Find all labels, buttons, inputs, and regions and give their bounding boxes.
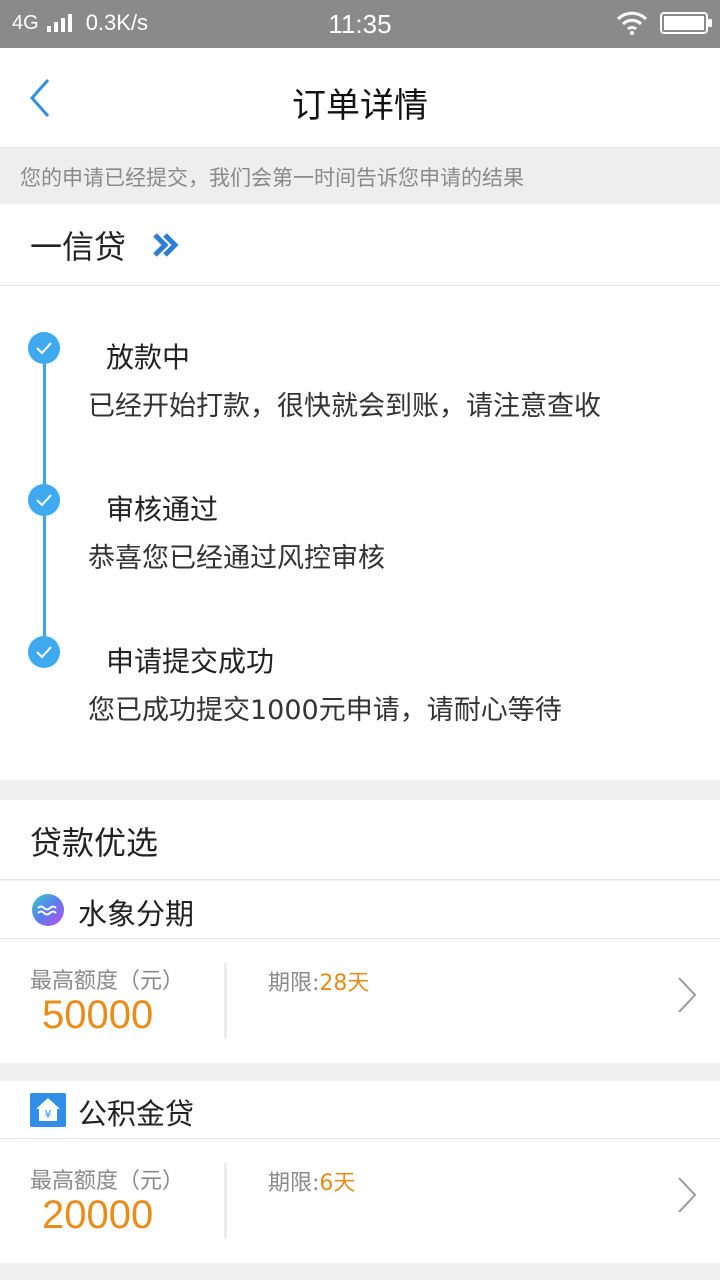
max-amount-value: 50000 bbox=[42, 993, 154, 1037]
card-divider bbox=[224, 1163, 227, 1239]
product-name: 一信贷 bbox=[30, 228, 127, 266]
submit-notice: 您的申请已经提交，我们会第一时间告诉您申请的结果 bbox=[0, 148, 720, 204]
check-icon bbox=[28, 636, 60, 668]
recommend-title: 贷款优选 bbox=[30, 824, 159, 862]
term-value: 6天 bbox=[319, 1171, 356, 1196]
timeline-step-title: 审核通过 bbox=[106, 493, 219, 526]
term-value: 28天 bbox=[319, 971, 370, 996]
nav-header: 订单详情 bbox=[0, 48, 720, 148]
loan-card-body: 最高额度（元） 20000 期限:6天 bbox=[0, 1139, 720, 1263]
term-info: 期限:28天 bbox=[268, 965, 369, 997]
order-timeline: 放款中 已经开始打款，很快就会到账，请注意查收 审核通过 恭喜您已经通过风控审核… bbox=[0, 286, 720, 780]
chevron-right-icon[interactable] bbox=[676, 975, 698, 1015]
loan-card-name: 公积金贷 bbox=[78, 1097, 195, 1131]
timeline-step-desc: 已经开始打款，很快就会到账，请注意查收 bbox=[88, 391, 601, 422]
term-info: 期限:6天 bbox=[268, 1165, 355, 1197]
status-right bbox=[616, 11, 712, 35]
status-bar: 4G 0.3K/s 11:35 bbox=[0, 0, 720, 48]
max-amount-label: 最高额度（元） bbox=[30, 1169, 185, 1194]
card-divider bbox=[224, 963, 227, 1039]
battery-icon bbox=[660, 12, 712, 34]
chevron-right-icon[interactable] bbox=[676, 1175, 698, 1215]
loan-card-header: ¥ 公积金贷 bbox=[0, 1081, 720, 1139]
house-yuan-logo-icon: ¥ bbox=[30, 1093, 66, 1127]
timeline-step-desc: 恭喜您已经通过风控审核 bbox=[88, 543, 385, 574]
timeline-step-desc: 您已成功提交1000元申请，请耐心等待 bbox=[88, 695, 562, 726]
loan-card-body: 最高额度（元） 50000 期限:28天 bbox=[0, 939, 720, 1063]
double-chevron-icon bbox=[153, 233, 179, 257]
loan-card-name: 水象分期 bbox=[78, 897, 195, 931]
loan-card[interactable]: ¥ 公积金贷 最高额度（元） 20000 期限:6天 bbox=[0, 1081, 720, 1263]
check-icon bbox=[28, 332, 60, 364]
water-logo-icon bbox=[32, 894, 64, 926]
wifi-icon bbox=[616, 11, 648, 35]
recommend-header: 贷款优选 bbox=[0, 800, 720, 880]
svg-text:¥: ¥ bbox=[45, 1108, 52, 1121]
page-title: 订单详情 bbox=[292, 86, 428, 126]
loan-card-header: 水象分期 bbox=[0, 881, 720, 939]
max-amount-value: 20000 bbox=[42, 1193, 154, 1237]
term-label: 期限: bbox=[268, 1171, 320, 1196]
timeline-step-title: 放款中 bbox=[106, 341, 191, 374]
max-amount-label: 最高额度（元） bbox=[30, 969, 185, 994]
term-label: 期限: bbox=[268, 971, 320, 996]
status-time: 11:35 bbox=[328, 9, 392, 39]
loan-card[interactable]: 水象分期 最高额度（元） 50000 期限:28天 bbox=[0, 881, 720, 1063]
timeline-step-title: 申请提交成功 bbox=[106, 645, 275, 678]
check-icon bbox=[28, 484, 60, 516]
product-section: 一信贷 bbox=[0, 204, 720, 286]
